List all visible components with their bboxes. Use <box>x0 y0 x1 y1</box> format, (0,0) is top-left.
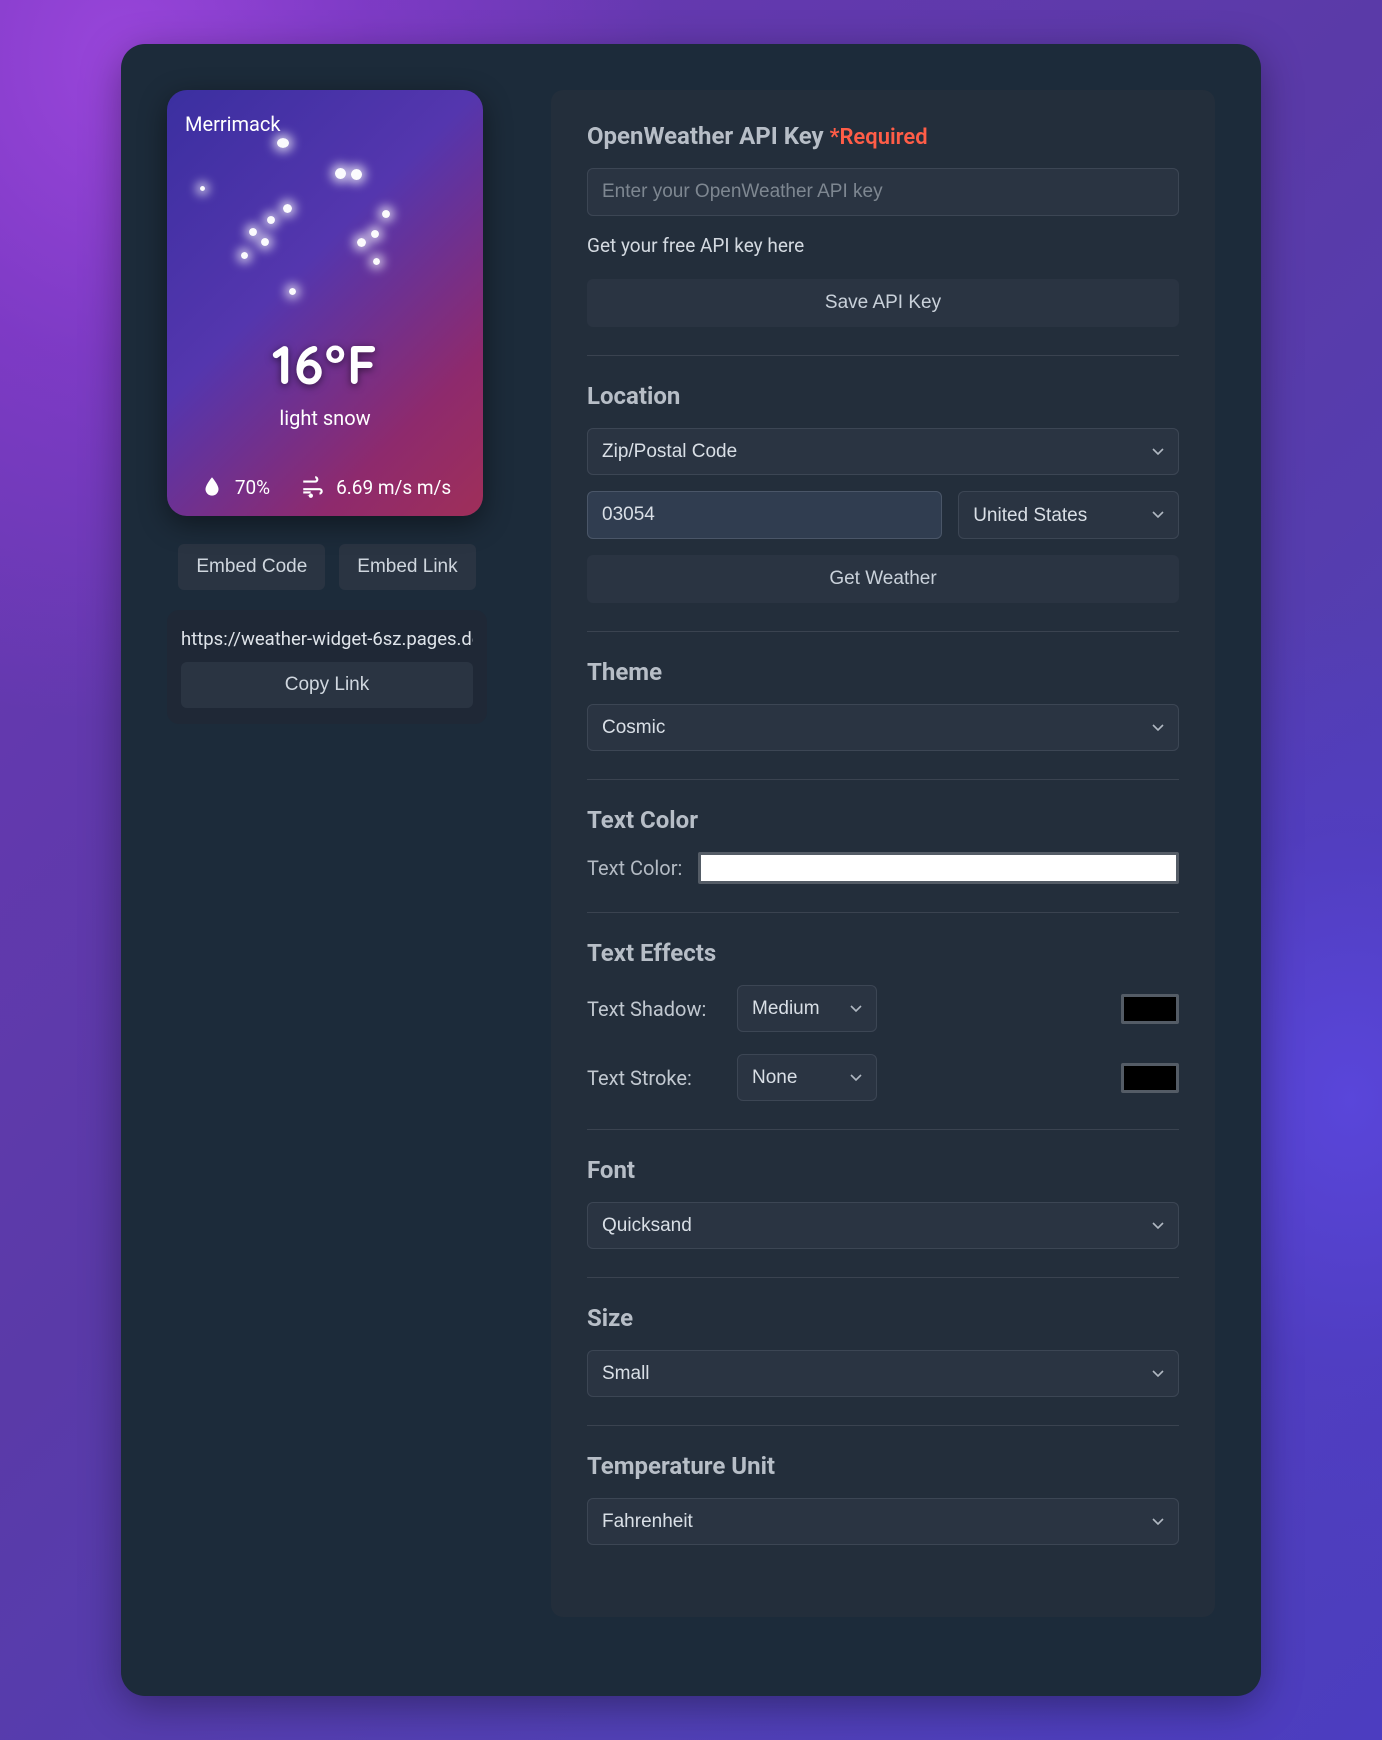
text-color-section: Text Color Text Color: <box>587 806 1179 913</box>
font-title: Font <box>587 1156 1179 1184</box>
text-effects-title: Text Effects <box>587 939 1179 967</box>
app-card: Merrimack 16°F light snow <box>121 44 1261 1696</box>
embed-code-button[interactable]: Embed Code <box>178 544 325 590</box>
api-help-link[interactable]: Get your free API key here <box>587 234 1179 257</box>
embed-link-panel: https://weather-widget-6sz.pages.dev/? C… <box>167 610 487 724</box>
wind-item: 6.69 m/s m/s <box>300 474 451 500</box>
text-shadow-select[interactable]: Medium <box>737 985 877 1032</box>
cosmic-stars-decoration <box>167 90 483 516</box>
text-color-picker[interactable] <box>698 852 1179 884</box>
humidity-value: 70% <box>235 476 270 499</box>
theme-select[interactable]: Cosmic <box>587 704 1179 751</box>
unit-title: Temperature Unit <box>587 1452 1179 1480</box>
weather-footer: 70% 6.69 m/s m/s <box>167 474 483 500</box>
stroke-color-picker[interactable] <box>1121 1063 1179 1093</box>
text-color-row: Text Color: <box>587 852 1179 884</box>
text-color-title: Text Color <box>587 806 1179 834</box>
weather-description: light snow <box>167 406 483 430</box>
font-section: Font Quicksand <box>587 1156 1179 1278</box>
embed-url-text[interactable]: https://weather-widget-6sz.pages.dev/? <box>181 628 473 650</box>
zip-input[interactable] <box>587 491 942 539</box>
location-method-select[interactable]: Zip/Postal Code <box>587 428 1179 475</box>
required-badge: *Required <box>830 125 928 150</box>
theme-section: Theme Cosmic <box>587 658 1179 780</box>
size-title: Size <box>587 1304 1179 1332</box>
unit-section: Temperature Unit Fahrenheit <box>587 1452 1179 1573</box>
font-select[interactable]: Quicksand <box>587 1202 1179 1249</box>
location-section: Location Zip/Postal Code United States G… <box>587 382 1179 632</box>
settings-panel: OpenWeather API Key *Required Get your f… <box>551 90 1215 1617</box>
wind-value: 6.69 m/s m/s <box>336 476 451 499</box>
text-color-label: Text Color: <box>587 856 682 881</box>
preview-column: Merrimack 16°F light snow <box>167 90 487 1650</box>
size-section: Size Small <box>587 1304 1179 1426</box>
country-select[interactable]: United States <box>958 491 1179 539</box>
theme-title: Theme <box>587 658 1179 686</box>
embed-button-row: Embed Code Embed Link <box>167 544 487 590</box>
save-api-key-button[interactable]: Save API Key <box>587 279 1179 327</box>
temperature-value: 16°F <box>167 330 483 398</box>
location-title: Location <box>587 382 1179 410</box>
get-weather-button[interactable]: Get Weather <box>587 555 1179 603</box>
text-stroke-select[interactable]: None <box>737 1054 877 1101</box>
text-effects-section: Text Effects Text Shadow: Medium Text St… <box>587 939 1179 1130</box>
wind-icon <box>300 474 326 500</box>
size-select[interactable]: Small <box>587 1350 1179 1397</box>
city-name: Merrimack <box>185 112 465 136</box>
api-key-input[interactable] <box>587 168 1179 216</box>
temperature-block: 16°F light snow <box>167 330 483 430</box>
text-shadow-row: Text Shadow: Medium <box>587 985 1179 1032</box>
embed-link-button[interactable]: Embed Link <box>339 544 475 590</box>
droplet-icon <box>199 474 225 500</box>
humidity-item: 70% <box>199 474 270 500</box>
copy-link-button[interactable]: Copy Link <box>181 662 473 708</box>
settings-column: OpenWeather API Key *Required Get your f… <box>551 90 1215 1650</box>
api-key-section: OpenWeather API Key *Required Get your f… <box>587 122 1179 356</box>
unit-select[interactable]: Fahrenheit <box>587 1498 1179 1545</box>
shadow-color-picker[interactable] <box>1121 994 1179 1024</box>
text-shadow-label: Text Shadow: <box>587 997 719 1021</box>
api-key-title: OpenWeather API Key *Required <box>587 122 1179 150</box>
location-row: United States <box>587 491 1179 539</box>
text-stroke-row: Text Stroke: None <box>587 1054 1179 1101</box>
text-stroke-label: Text Stroke: <box>587 1066 719 1090</box>
api-key-title-text: OpenWeather API Key <box>587 122 824 150</box>
weather-widget-preview: Merrimack 16°F light snow <box>167 90 483 516</box>
